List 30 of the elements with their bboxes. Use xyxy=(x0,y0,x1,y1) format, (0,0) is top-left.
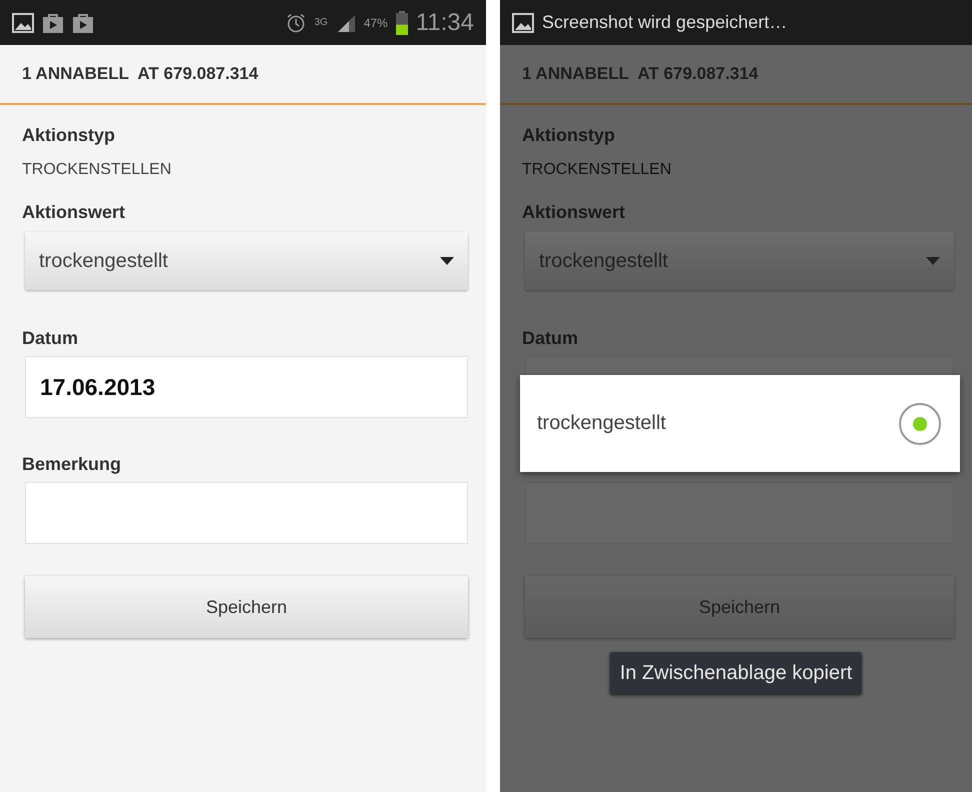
network-type: 3G xyxy=(314,17,328,28)
toast-message: In Zwischenablage kopiert xyxy=(610,652,862,695)
shopping-bag-icon xyxy=(42,12,64,34)
page-header: 1 ANNABELL AT 679.087.314 xyxy=(0,45,486,105)
signal-icon xyxy=(336,12,356,32)
clock-time: 11:34 xyxy=(416,8,474,36)
picture-icon xyxy=(512,12,534,32)
page-header: 1 ANNABELL AT 679.087.314 xyxy=(500,45,972,105)
field-label: Aktionstyp xyxy=(22,125,116,147)
dropdown[interactable]: trockengestellt xyxy=(25,232,468,290)
battery-percent: 47% xyxy=(364,16,388,30)
alarm-clock-icon xyxy=(286,12,306,32)
notification-text: Screenshot wird gespeichert… xyxy=(542,12,788,33)
field-label: Aktionswert xyxy=(22,202,126,224)
field-label: Aktionstyp xyxy=(522,125,616,147)
picture-icon xyxy=(12,12,34,32)
shopping-bag-icon xyxy=(72,12,94,34)
field-label: Datum xyxy=(522,328,580,350)
field-value: TROCKENSTELLEN xyxy=(22,161,172,179)
caret-icon xyxy=(440,257,454,265)
option-label[interactable]: trockengestellt xyxy=(537,412,898,435)
caret-icon xyxy=(926,257,940,265)
field-value: TROCKENSTELLEN xyxy=(522,161,672,179)
battery-icon xyxy=(396,10,408,34)
input-field[interactable]: 17.06.2013 xyxy=(25,356,468,418)
save-button[interactable]: Speichern xyxy=(25,576,468,638)
radio-button[interactable] xyxy=(898,402,942,446)
field-label: Aktionswert xyxy=(522,202,626,224)
field-label: Datum xyxy=(22,328,80,350)
field-label: Bemerkung xyxy=(22,454,122,476)
